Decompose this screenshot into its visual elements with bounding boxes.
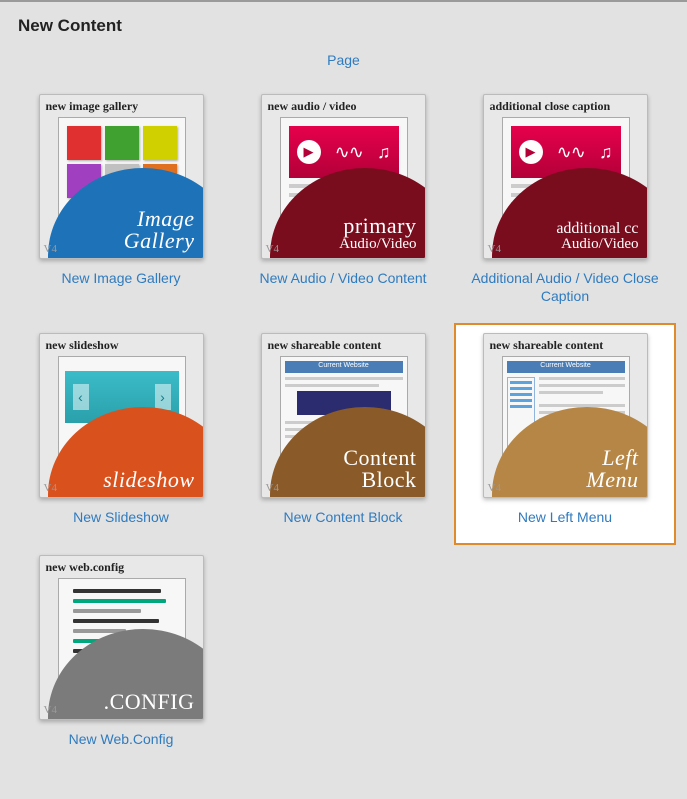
tile-close-caption[interactable]: additional close caption ▶∿∿♫ additional…: [483, 94, 648, 259]
tile-left-menu[interactable]: new shareable content Current Website Le…: [483, 333, 648, 498]
caption-image-gallery[interactable]: New Image Gallery: [22, 269, 220, 287]
tile-title: new image gallery: [46, 99, 197, 114]
gallery-blob-text: Image Gallery: [124, 208, 195, 252]
version-tag: V4: [44, 243, 57, 255]
cc-blob-text: additional cc Audio/Video: [556, 221, 638, 252]
play-icon: ▶: [297, 140, 321, 164]
tile-title: new shareable content: [268, 338, 419, 353]
tile-title: new web.config: [46, 560, 197, 575]
cell-audio-video: new audio / video ▶∿∿♫ primary Audio/Vid…: [232, 84, 454, 323]
tile-title: new audio / video: [268, 99, 419, 114]
av-blob-text: primary Audio/Video: [339, 215, 416, 252]
tile-web-config[interactable]: new web.config .CONFIG: [39, 555, 204, 720]
caption-audio-video[interactable]: New Audio / Video Content: [244, 269, 442, 287]
chevron-left-icon: ‹: [73, 384, 89, 410]
caption-content-block[interactable]: New Content Block: [244, 508, 442, 526]
cblock-blob-text: Content Block: [343, 447, 416, 491]
leftmenu-blob-text: Left Menu: [586, 447, 638, 491]
tile-content-block[interactable]: new shareable content Current Website Co…: [261, 333, 426, 498]
version-tag: V4: [266, 243, 279, 255]
caption-web-config[interactable]: New Web.Config: [22, 730, 220, 748]
tile-title: additional close caption: [490, 99, 641, 114]
dialog-title: New Content: [18, 16, 669, 36]
cell-slideshow: new slideshow ‹› ● ● ● ● ● slideshow V4 …: [10, 323, 232, 544]
caption-slideshow[interactable]: New Slideshow: [22, 508, 220, 526]
page-link-row: Page: [0, 52, 687, 70]
cell-left-menu: new shareable content Current Website Le…: [454, 323, 676, 544]
slideshow-blob-text: slideshow: [103, 469, 194, 491]
content-grid: new image gallery Image Gallery V4 New I…: [0, 84, 687, 766]
tile-title: new shareable content: [490, 338, 641, 353]
chevron-right-icon: ›: [155, 384, 171, 410]
version-tag: V4: [266, 482, 279, 494]
tile-title: new slideshow: [46, 338, 197, 353]
dialog-header: New Content: [0, 2, 687, 46]
config-blob-text: .CONFIG: [104, 691, 195, 713]
music-note-icon: ♫: [599, 142, 613, 163]
cell-content-block: new shareable content Current Website Co…: [232, 323, 454, 544]
version-tag: V4: [44, 482, 57, 494]
cell-image-gallery: new image gallery Image Gallery V4 New I…: [10, 84, 232, 323]
caption-left-menu[interactable]: New Left Menu: [466, 508, 664, 526]
version-tag: V4: [488, 243, 501, 255]
tile-slideshow[interactable]: new slideshow ‹› ● ● ● ● ● slideshow V4: [39, 333, 204, 498]
cell-close-caption: additional close caption ▶∿∿♫ additional…: [454, 84, 676, 323]
page-link[interactable]: Page: [327, 52, 360, 68]
tile-audio-video[interactable]: new audio / video ▶∿∿♫ primary Audio/Vid…: [261, 94, 426, 259]
caption-close-caption[interactable]: Additional Audio / Video Close Caption: [466, 269, 664, 305]
play-icon: ▶: [519, 140, 543, 164]
version-tag: V4: [488, 482, 501, 494]
version-tag: V4: [44, 704, 57, 716]
cell-web-config: new web.config .CONFIG: [10, 545, 232, 766]
tile-image-gallery[interactable]: new image gallery Image Gallery V4: [39, 94, 204, 259]
music-note-icon: ♫: [377, 142, 391, 163]
